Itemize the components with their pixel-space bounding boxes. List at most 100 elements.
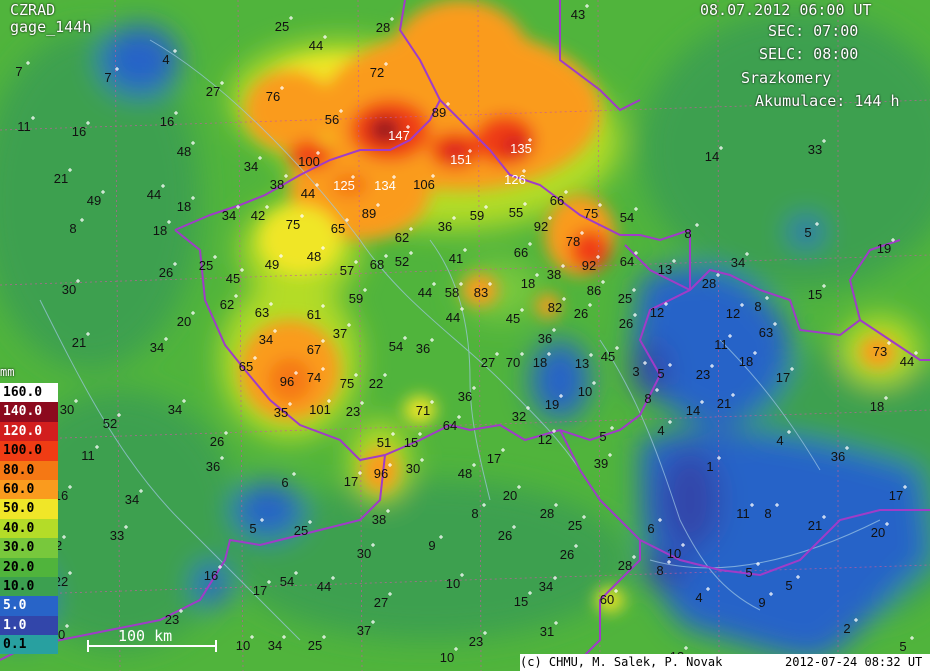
station-value: 6 [281, 475, 288, 490]
station-value: 10 [236, 638, 250, 653]
station-value: 4 [776, 433, 783, 448]
station-value: 62 [395, 230, 409, 245]
station-value: 101 [309, 402, 331, 417]
station-value: 5 [804, 225, 811, 240]
station-value: 19 [877, 241, 891, 256]
station-value: 44 [900, 354, 914, 369]
station-value: 4 [695, 590, 702, 605]
station-value: 26 [574, 306, 588, 321]
station-value: 82 [548, 300, 562, 315]
station-value: 71 [416, 403, 430, 418]
station-value: 17 [344, 474, 358, 489]
station-value: 75 [286, 217, 300, 232]
station-value: 23 [469, 634, 483, 649]
station-value: 15 [404, 435, 418, 450]
station-value: 134 [374, 178, 396, 193]
station-value: 106 [413, 177, 435, 192]
station-value: 34 [168, 402, 182, 417]
station-value: 10 [440, 650, 454, 665]
station-value: 23 [696, 367, 710, 382]
station-value: 86 [587, 283, 601, 298]
station-value: 63 [759, 325, 773, 340]
station-value: 21 [808, 518, 822, 533]
station-value: 9 [758, 595, 765, 610]
station-value: 38 [547, 267, 561, 282]
station-value: 49 [87, 193, 101, 208]
station-value: 11 [736, 506, 750, 521]
station-value: 52 [395, 254, 409, 269]
station-value: 8 [764, 506, 771, 521]
station-value: 1 [706, 459, 713, 474]
station-value: 78 [566, 234, 580, 249]
station-value: 8 [471, 506, 478, 521]
station-value: 34 [125, 492, 139, 507]
station-value: 22 [369, 376, 383, 391]
station-value: 45 [601, 349, 615, 364]
legend-unit: mm [0, 365, 15, 379]
station-value: 125 [333, 178, 355, 193]
station-value: 30 [60, 402, 74, 417]
station-value: 17 [253, 583, 267, 598]
station-value: 44 [147, 187, 161, 202]
station-value: 75 [340, 376, 354, 391]
station-value: 13 [575, 356, 589, 371]
station-value: 60 [600, 592, 614, 607]
station-value: 25 [199, 258, 213, 273]
station-value: 36 [438, 219, 452, 234]
station-value: 8 [69, 221, 76, 236]
station-value: 21 [54, 171, 68, 186]
station-value: 59 [349, 291, 363, 306]
sec-label: SEC: 07:00 [768, 22, 859, 40]
station-value: 41 [449, 251, 463, 266]
legend-item: 120.0 [0, 421, 58, 442]
accumulation-label: Akumulace: 144 h [755, 92, 900, 110]
station-value: 19 [545, 397, 559, 412]
station-value: 31 [540, 624, 554, 639]
station-value: 15 [808, 287, 822, 302]
legend-item: 5.0 [0, 596, 58, 616]
station-value: 33 [110, 528, 124, 543]
station-value: 54 [389, 339, 403, 354]
station-value: 11 [17, 119, 31, 134]
station-value: 62 [220, 297, 234, 312]
station-value: 64 [620, 254, 634, 269]
station-value: 25 [308, 638, 322, 653]
station-value: 70 [506, 355, 520, 370]
station-value: 15 [514, 594, 528, 609]
station-value: 65 [239, 359, 253, 374]
station-value: 52 [103, 416, 117, 431]
station-value: 17 [487, 451, 501, 466]
station-value: 13 [658, 262, 672, 277]
station-value: 7 [15, 64, 22, 79]
station-value: 42 [251, 208, 265, 223]
station-value: 37 [357, 623, 371, 638]
station-value: 34 [259, 332, 273, 347]
type-label: Srazkomery [741, 69, 832, 87]
station-value: 26 [210, 434, 224, 449]
station-value: 8 [644, 391, 651, 406]
station-value: 34 [150, 340, 164, 355]
station-value: 48 [307, 249, 321, 264]
station-value: 45 [226, 271, 240, 286]
legend-item: 50.0 [0, 499, 58, 519]
station-value: 28 [540, 506, 554, 521]
station-value: 26 [619, 316, 633, 331]
station-value: 37 [333, 326, 347, 341]
station-value: 5 [785, 578, 792, 593]
station-value: 20 [871, 525, 885, 540]
station-value: 36 [206, 459, 220, 474]
station-value: 8 [754, 299, 761, 314]
station-value: 135 [510, 141, 532, 156]
station-value: 14 [686, 403, 700, 418]
station-value: 9 [428, 538, 435, 553]
station-value: 48 [177, 144, 191, 159]
station-value: 11 [714, 337, 728, 352]
station-value: 4 [162, 52, 169, 67]
station-value: 20 [503, 488, 517, 503]
station-value: 16 [72, 124, 86, 139]
station-value: 28 [376, 20, 390, 35]
station-value: 18 [739, 354, 753, 369]
station-value: 96 [280, 374, 294, 389]
station-value: 18 [533, 355, 547, 370]
station-value: 33 [808, 142, 822, 157]
